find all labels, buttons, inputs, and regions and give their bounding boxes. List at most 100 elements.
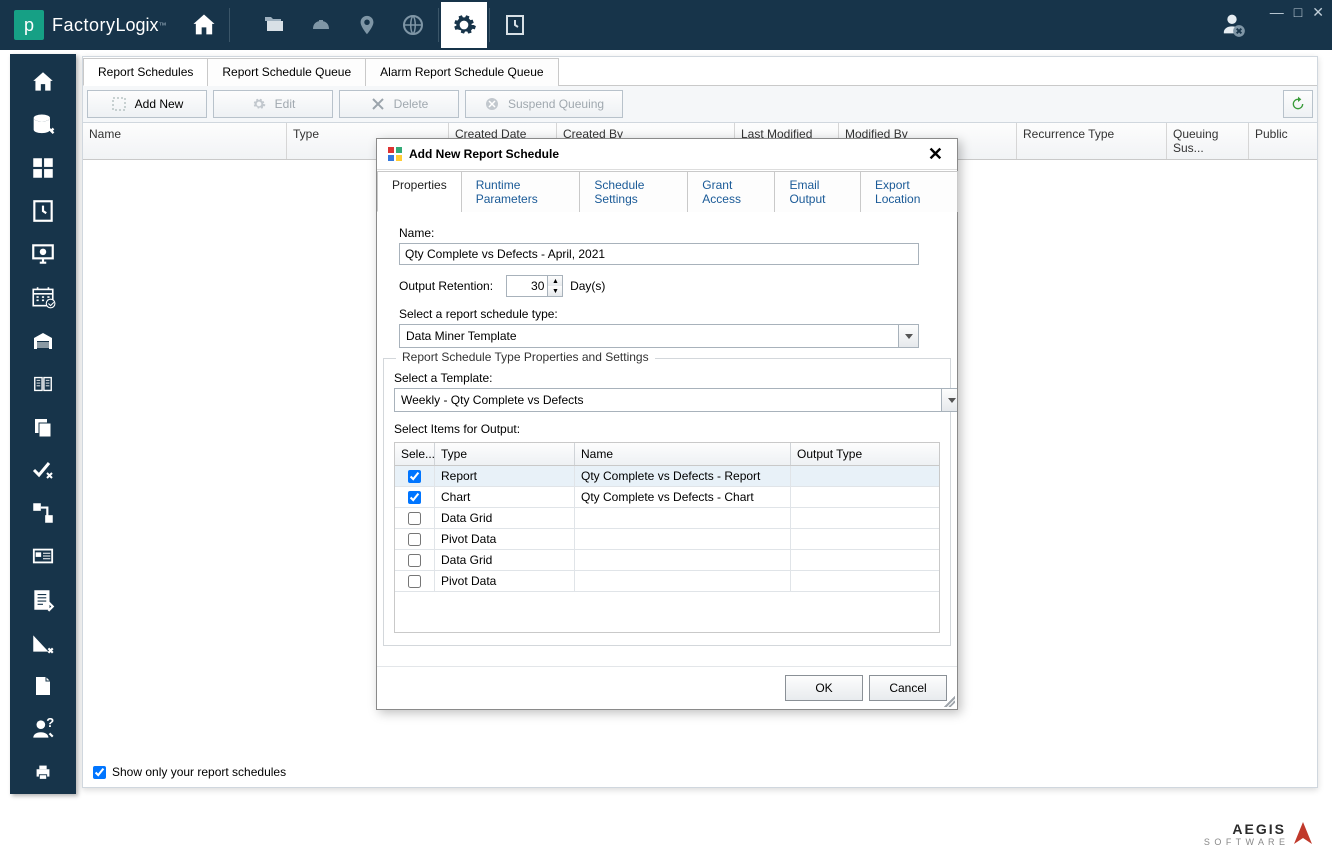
dialog-title: Add New Report Schedule — [409, 147, 559, 161]
add-new-label: Add New — [135, 97, 184, 111]
tab-report-schedule-queue[interactable]: Report Schedule Queue — [207, 58, 366, 86]
cancel-button[interactable]: Cancel — [869, 675, 947, 701]
sidebar-book-icon[interactable] — [18, 363, 68, 404]
col-name[interactable]: Name — [83, 123, 287, 159]
top-divider — [229, 8, 230, 42]
table-row[interactable]: Data Grid — [395, 508, 939, 529]
row-output-type — [791, 466, 939, 486]
row-name — [575, 550, 791, 570]
spinner-down[interactable]: ▼ — [548, 286, 562, 296]
row-select-checkbox[interactable] — [408, 470, 421, 483]
home-icon[interactable] — [181, 2, 227, 48]
dlg-tab-email[interactable]: Email Output — [774, 171, 861, 212]
table-row[interactable]: Data Grid — [395, 550, 939, 571]
dlg-tab-properties[interactable]: Properties — [377, 171, 462, 212]
chevron-down-icon[interactable] — [941, 389, 957, 411]
col-item-name[interactable]: Name — [575, 443, 791, 465]
col-recurrence[interactable]: Recurrence Type — [1017, 123, 1167, 159]
table-row[interactable]: ChartQty Complete vs Defects - Chart — [395, 487, 939, 508]
suspend-queuing-button[interactable]: Suspend Queuing — [465, 90, 623, 118]
tab-alarm-report-schedule-queue[interactable]: Alarm Report Schedule Queue — [365, 58, 558, 86]
sidebar-checkx-icon[interactable] — [18, 450, 68, 491]
location-icon[interactable] — [344, 2, 390, 48]
table-row[interactable]: ReportQty Complete vs Defects - Report — [395, 466, 939, 487]
name-input[interactable] — [399, 243, 919, 265]
brand-tm: ™ — [159, 21, 167, 30]
template-combo[interactable]: Weekly - Qty Complete vs Defects — [394, 388, 957, 412]
delete-button[interactable]: Delete — [339, 90, 459, 118]
table-row[interactable]: Pivot Data — [395, 571, 939, 592]
toolbar: Add New Edit Delete Suspend Queuing — [83, 86, 1317, 123]
dlg-tab-export[interactable]: Export Location — [860, 171, 958, 212]
tab-report-schedules[interactable]: Report Schedules — [83, 58, 208, 86]
refresh-button[interactable] — [1283, 90, 1313, 118]
window-controls: — □ ✕ — [1270, 4, 1324, 21]
edit-button[interactable]: Edit — [213, 90, 333, 118]
resize-grip[interactable] — [941, 693, 955, 707]
col-queuing[interactable]: Queuing Sus... — [1167, 123, 1249, 159]
items-output-label: Select Items for Output: — [394, 422, 940, 436]
dlg-tab-schedule[interactable]: Schedule Settings — [579, 171, 688, 212]
row-select-checkbox[interactable] — [408, 491, 421, 504]
sidebar-dashboard-icon[interactable] — [18, 147, 68, 188]
dialog-close-button[interactable]: ✕ — [924, 145, 947, 163]
vendor-name: AEGIS — [1204, 821, 1286, 837]
table-row[interactable]: Pivot Data — [395, 529, 939, 550]
sidebar-warehouse-icon[interactable] — [18, 320, 68, 361]
maximize-button[interactable]: □ — [1294, 4, 1302, 21]
sidebar-notes-icon[interactable] — [18, 579, 68, 620]
show-only-yours-checkbox[interactable] — [93, 766, 106, 779]
sidebar-printer-icon[interactable] — [18, 752, 68, 793]
main-tabs: Report Schedules Report Schedule Queue A… — [83, 57, 1317, 86]
chevron-down-icon[interactable] — [898, 325, 918, 347]
schedule-type-combo[interactable]: Data Miner Template — [399, 324, 919, 348]
brand: p FactoryLogix™ — [0, 0, 181, 50]
sidebar-measure-icon[interactable] — [18, 622, 68, 663]
items-output-grid: Sele... Type Name Output Type ReportQty … — [394, 442, 940, 633]
sidebar-monitor-icon[interactable] — [18, 234, 68, 275]
row-select-checkbox[interactable] — [408, 512, 421, 525]
row-name — [575, 571, 791, 591]
row-type: Pivot Data — [435, 529, 575, 549]
row-select-checkbox[interactable] — [408, 533, 421, 546]
ok-button[interactable]: OK — [785, 675, 863, 701]
dlg-tab-runtime[interactable]: Runtime Parameters — [461, 171, 581, 212]
spinner-up[interactable]: ▲ — [548, 276, 562, 286]
sidebar-calendar-icon[interactable] — [18, 277, 68, 318]
sidebar-database-icon[interactable] — [18, 104, 68, 145]
hardhat-icon[interactable] — [298, 2, 344, 48]
vendor-logo: AEGIS S O F T W A R E — [1204, 820, 1314, 848]
items-grid-header: Sele... Type Name Output Type — [395, 443, 939, 466]
sidebar-help-user-icon[interactable]: ? — [18, 709, 68, 750]
close-button[interactable]: ✕ — [1312, 4, 1324, 21]
sidebar-flow-icon[interactable] — [18, 493, 68, 534]
col-item-type[interactable]: Type — [435, 443, 575, 465]
user-badge-icon[interactable] — [1218, 10, 1246, 41]
row-select-checkbox[interactable] — [408, 554, 421, 567]
delete-icon — [370, 96, 386, 112]
history-icon[interactable] — [492, 2, 538, 48]
globe-icon[interactable] — [390, 2, 436, 48]
name-label: Name: — [399, 226, 935, 240]
brand-logo-icon: p — [14, 10, 44, 40]
row-select-checkbox[interactable] — [408, 575, 421, 588]
dlg-tab-grant[interactable]: Grant Access — [687, 171, 775, 212]
settings-icon[interactable] — [441, 2, 487, 48]
schedule-type-value: Data Miner Template — [400, 329, 898, 343]
sidebar-copy-icon[interactable] — [18, 406, 68, 447]
retention-input[interactable] — [506, 275, 548, 297]
left-sidebar: ? — [10, 54, 76, 794]
sidebar-card-icon[interactable] — [18, 536, 68, 577]
col-select[interactable]: Sele... — [395, 443, 435, 465]
col-public[interactable]: Public — [1249, 123, 1317, 159]
sidebar-doc-icon[interactable] — [18, 665, 68, 706]
col-output-type[interactable]: Output Type — [791, 443, 939, 465]
gear-icon — [251, 96, 267, 112]
add-new-button[interactable]: Add New — [87, 90, 207, 118]
suspend-label: Suspend Queuing — [508, 97, 604, 111]
row-output-type — [791, 487, 939, 507]
minimize-button[interactable]: — — [1270, 4, 1284, 21]
sidebar-home-icon[interactable] — [18, 61, 68, 102]
sidebar-report-icon[interactable] — [18, 191, 68, 232]
folders-icon[interactable] — [252, 2, 298, 48]
